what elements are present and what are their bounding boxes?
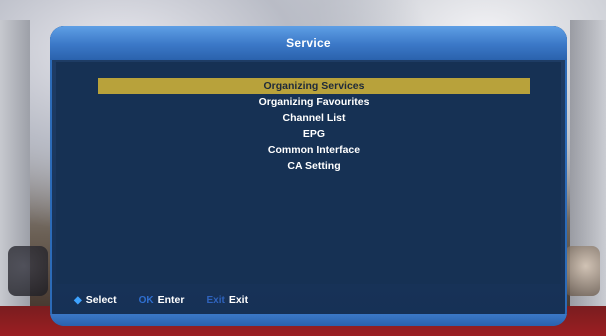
menu-item-label: EPG: [302, 128, 326, 140]
ok-key-label: OK: [138, 294, 154, 306]
hint-ok-label: Enter: [157, 294, 185, 306]
service-menu-list: Organizing Services Organizing Favourite…: [98, 78, 530, 174]
updown-arrow-icon: ◆: [74, 294, 82, 306]
menu-item-ca-setting[interactable]: CA Setting: [98, 158, 530, 174]
menu-item-label: CA Setting: [287, 160, 341, 172]
bottom-strip: [50, 314, 567, 326]
hint-exit-label: Exit: [228, 294, 249, 306]
background-figures-left: [8, 246, 48, 296]
menu-item-label: Organizing Favourites: [258, 96, 370, 108]
hint-select-label: Select: [85, 294, 117, 306]
menu-item-organizing-favourites[interactable]: Organizing Favourites: [98, 94, 530, 110]
hint-exit: Exit Exit: [206, 294, 248, 306]
menu-content: Organizing Services Organizing Favourite…: [56, 62, 561, 284]
menu-item-channel-list[interactable]: Channel List: [98, 110, 530, 126]
menu-item-label: Organizing Services: [263, 80, 365, 92]
background-figures-right: [564, 246, 600, 296]
hint-select: ◆ Select: [74, 294, 117, 306]
exit-key-label: Exit: [206, 294, 225, 306]
menu-title: Service: [286, 36, 331, 50]
menu-item-common-interface[interactable]: Common Interface: [98, 142, 530, 158]
menu-item-label: Channel List: [282, 112, 346, 124]
title-bar: Service: [50, 26, 567, 60]
service-menu-panel: Service Organizing Services Organizing F…: [50, 26, 567, 326]
menu-item-organizing-services[interactable]: Organizing Services: [98, 78, 530, 94]
menu-item-epg[interactable]: EPG: [98, 126, 530, 142]
hint-ok: OK Enter: [139, 294, 185, 306]
footer-hints: ◆ Select OK Enter Exit Exit: [50, 288, 567, 312]
menu-item-label: Common Interface: [267, 144, 361, 156]
